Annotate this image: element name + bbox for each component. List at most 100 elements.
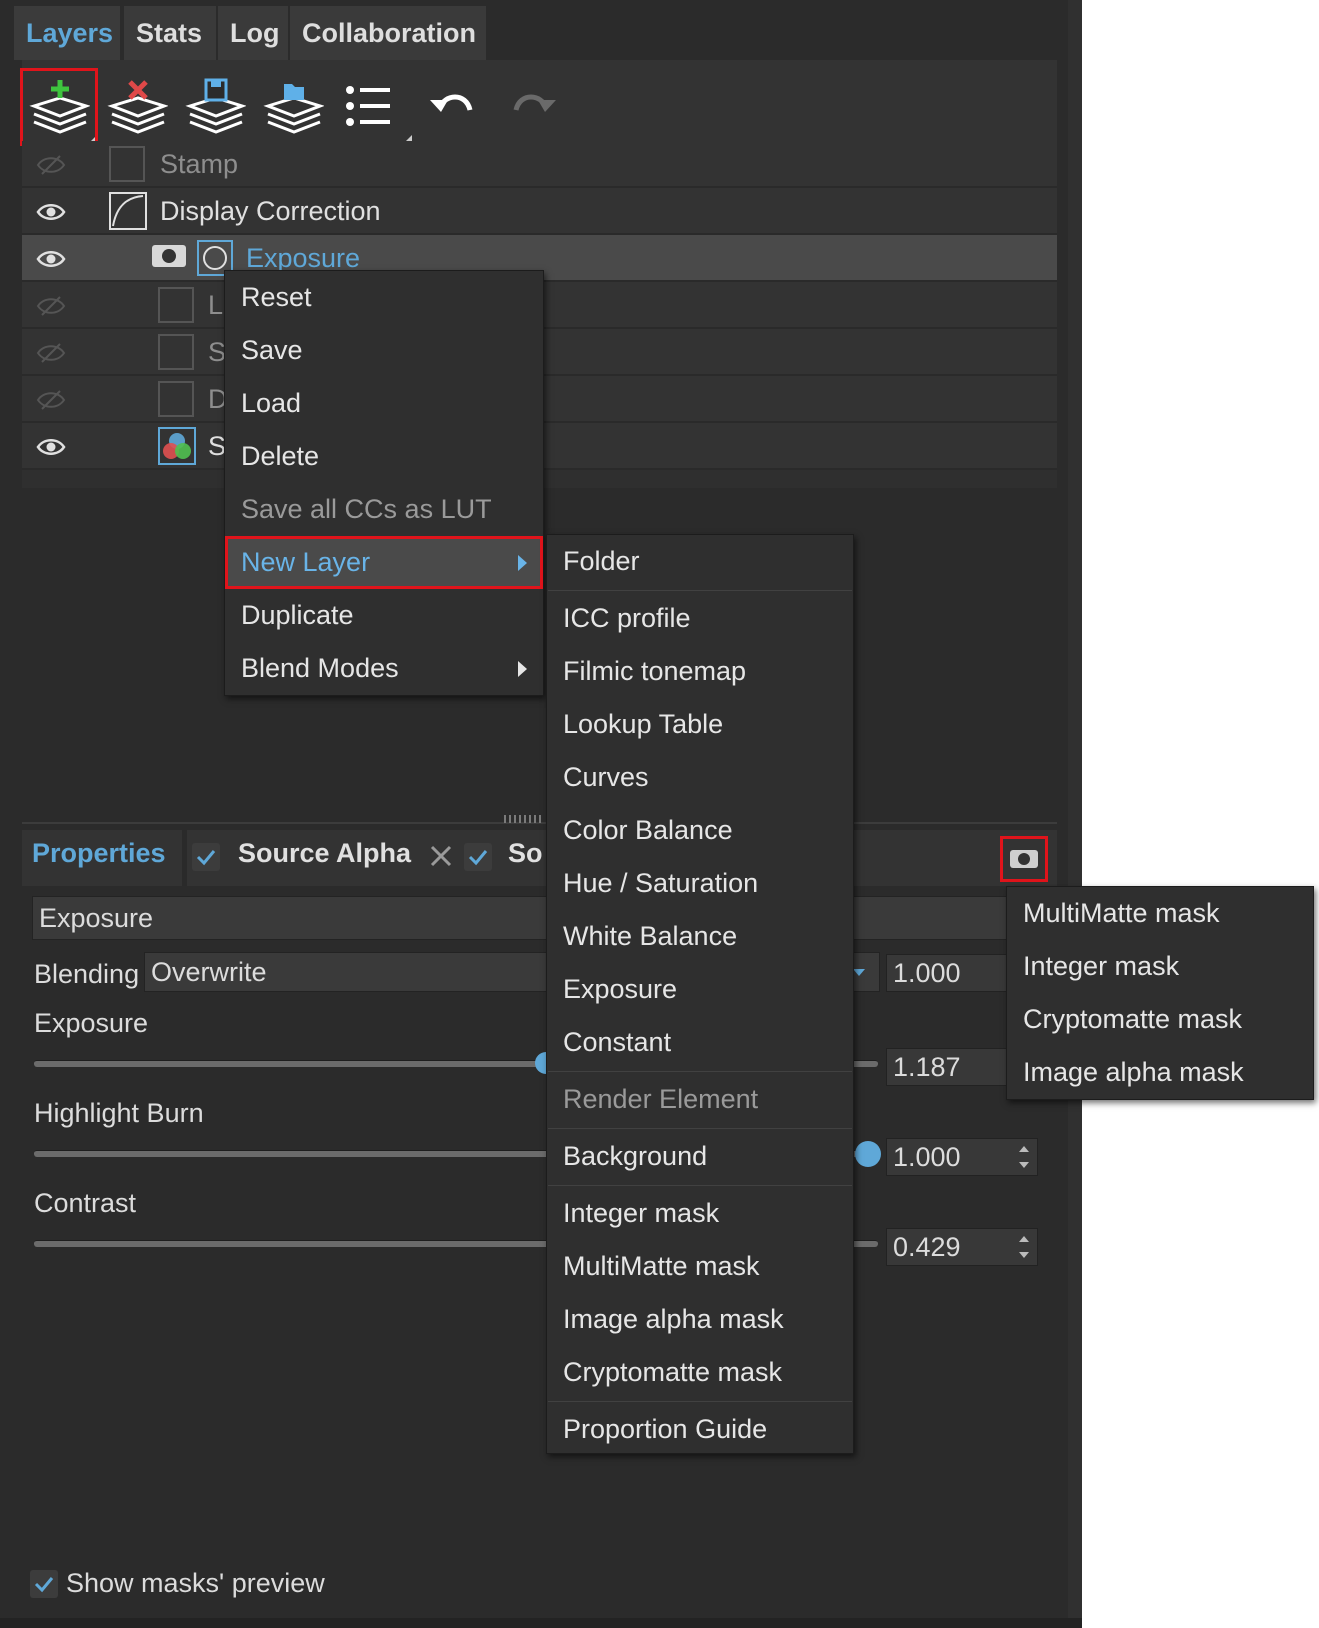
layer-type-icon	[158, 287, 194, 323]
list-options-button[interactable]	[332, 68, 412, 146]
new-layer-image-alpha-mask[interactable]: Image alpha mask	[547, 1293, 853, 1346]
tab-log[interactable]: Log	[218, 6, 288, 60]
menu-item-duplicate[interactable]: Duplicate	[225, 589, 543, 642]
new-layer-filmic-tonemap[interactable]: Filmic tonemap	[547, 645, 853, 698]
menu-item-load[interactable]: Load	[225, 377, 543, 430]
new-layer-integer-mask[interactable]: Integer mask	[547, 1187, 853, 1240]
add-layer-button[interactable]	[20, 68, 98, 146]
layer-row-display-correction[interactable]: Display Correction	[22, 188, 1057, 235]
layer-label: Display Correction	[160, 196, 381, 226]
panel-edge	[1068, 0, 1082, 1628]
new-layer-hue-saturation[interactable]: Hue / Saturation	[547, 857, 853, 910]
new-layer-folder[interactable]: Folder	[547, 535, 853, 588]
spin-down-icon[interactable]	[1019, 1162, 1029, 1168]
new-layer-background[interactable]: Background	[547, 1130, 853, 1183]
new-layer-render-element: Render Element	[563, 1084, 759, 1114]
mask-menu-image-alpha[interactable]: Image alpha mask	[1007, 1046, 1313, 1099]
new-layer-white-balance[interactable]: White Balance	[547, 910, 853, 963]
add-layer-icon	[29, 80, 90, 134]
param-label-exposure: Exposure	[34, 1008, 149, 1038]
eye-icon[interactable]	[36, 436, 66, 458]
chevron-right-icon	[518, 661, 527, 677]
layer-type-icon	[158, 381, 194, 417]
mask-menu: MultiMatte mask Integer mask Cryptomatte…	[1006, 886, 1314, 1100]
delete-layer-button[interactable]	[98, 68, 176, 146]
eye-hidden-icon[interactable]	[36, 154, 66, 176]
close-icon[interactable]	[428, 843, 454, 869]
eye-hidden-icon[interactable]	[36, 389, 66, 411]
new-layer-exposure[interactable]: Exposure	[547, 963, 853, 1016]
mask-icon	[1010, 850, 1038, 868]
check-icon	[34, 1577, 54, 1593]
new-layer-submenu: Folder ICC profile Filmic tonemap Lookup…	[546, 534, 854, 1454]
contrast-value-field[interactable]: 0.429	[886, 1228, 1038, 1266]
load-layer-button[interactable]	[254, 68, 332, 146]
new-layer-multimatte-mask[interactable]: MultiMatte mask	[547, 1240, 853, 1293]
redo-icon	[513, 94, 556, 112]
new-layer-curves[interactable]: Curves	[547, 751, 853, 804]
blending-value: Overwrite	[151, 957, 267, 987]
spin-down-icon[interactable]	[1019, 1252, 1029, 1258]
tab-layers[interactable]: Layers	[14, 6, 120, 60]
splitter-grip-icon[interactable]	[504, 815, 542, 823]
param-label-highlight-burn: Highlight Burn	[34, 1098, 204, 1128]
eye-icon[interactable]	[36, 201, 66, 223]
new-layer-color-balance[interactable]: Color Balance	[547, 804, 853, 857]
new-layer-cryptomatte-mask[interactable]: Cryptomatte mask	[547, 1346, 853, 1399]
mask-menu-cryptomatte[interactable]: Cryptomatte mask	[1007, 993, 1313, 1046]
menu-item-label: New Layer	[241, 547, 371, 577]
undo-icon	[430, 94, 473, 112]
chevron-right-icon	[518, 555, 527, 571]
list-icon	[346, 86, 390, 126]
eye-icon[interactable]	[36, 248, 66, 270]
highlight-burn-slider-handle[interactable]	[855, 1141, 881, 1167]
save-layer-icon	[185, 78, 246, 134]
color-balance-icon	[158, 427, 196, 465]
curve-icon	[109, 192, 147, 230]
panel-bottom-edge	[0, 1618, 1082, 1628]
layer-label: Stamp	[160, 149, 239, 179]
save-layer-button[interactable]	[176, 68, 254, 146]
menu-item-delete[interactable]: Delete	[225, 430, 543, 483]
menu-item-label: Blend Modes	[241, 653, 399, 683]
new-layer-proportion-guide[interactable]: Proportion Guide	[547, 1403, 853, 1456]
check-icon	[468, 850, 488, 866]
menu-item-save[interactable]: Save	[225, 324, 543, 377]
redo-button[interactable]	[490, 68, 568, 146]
eye-hidden-icon[interactable]	[36, 295, 66, 317]
eye-hidden-icon[interactable]	[36, 342, 66, 364]
properties-tab[interactable]: Properties	[32, 838, 166, 869]
param-label-contrast: Contrast	[34, 1188, 137, 1218]
menu-item-reset[interactable]: Reset	[225, 271, 543, 324]
menu-item-new-layer[interactable]: New Layer	[225, 536, 543, 589]
layer-context-menu: Reset Save Load Delete Save all CCs as L…	[224, 270, 544, 696]
source-checkbox[interactable]	[464, 843, 492, 871]
spin-up-icon[interactable]	[1019, 1146, 1029, 1152]
source-tab[interactable]: So	[508, 838, 543, 869]
menu-item-blend-modes[interactable]: Blend Modes	[225, 642, 543, 695]
delete-layer-icon	[107, 80, 168, 134]
spin-up-icon[interactable]	[1019, 1236, 1029, 1242]
new-layer-lookup-table[interactable]: Lookup Table	[547, 698, 853, 751]
check-icon	[196, 850, 216, 866]
highlight-burn-value-field[interactable]: 1.000	[886, 1138, 1038, 1176]
show-masks-preview-checkbox[interactable]	[30, 1570, 58, 1598]
layer-type-icon	[158, 334, 194, 370]
mask-menu-integer[interactable]: Integer mask	[1007, 940, 1313, 993]
layer-name-field[interactable]: Exposure	[32, 896, 1038, 940]
layer-label: L	[208, 290, 224, 320]
undo-button[interactable]	[418, 68, 496, 146]
stamp-icon	[109, 146, 145, 182]
add-mask-button[interactable]	[1000, 836, 1048, 882]
source-alpha-checkbox[interactable]	[192, 843, 220, 871]
tab-stats[interactable]: Stats	[124, 6, 216, 60]
new-layer-constant[interactable]: Constant	[547, 1016, 853, 1069]
show-masks-preview-label: Show masks' preview	[66, 1568, 325, 1598]
tab-collaboration[interactable]: Collaboration	[290, 6, 486, 60]
source-alpha-tab[interactable]: Source Alpha	[238, 838, 411, 869]
mask-icon[interactable]	[152, 245, 186, 267]
load-layer-icon	[263, 84, 324, 134]
layer-row-stamp[interactable]: Stamp	[22, 141, 1057, 188]
new-layer-icc-profile[interactable]: ICC profile	[547, 592, 853, 645]
mask-menu-multimatte[interactable]: MultiMatte mask	[1007, 887, 1313, 940]
